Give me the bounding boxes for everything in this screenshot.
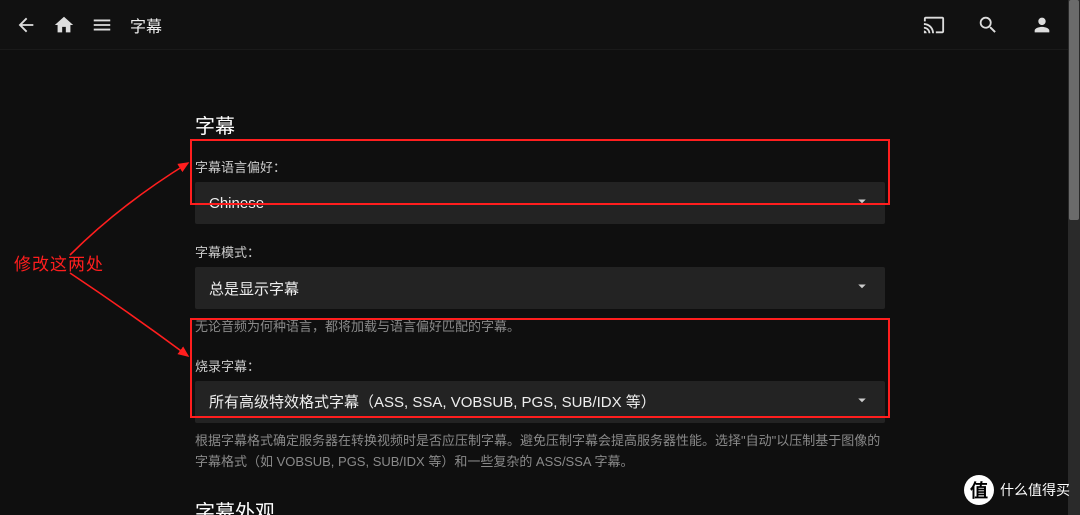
settings-content: 字幕 字幕语言偏好： Chinese 字幕模式： 总是显示字幕 无论音频为何种语… xyxy=(195,110,885,515)
home-button[interactable] xyxy=(46,7,82,43)
cast-icon xyxy=(923,14,945,36)
chevron-down-icon xyxy=(853,277,871,299)
menu-icon xyxy=(91,14,113,36)
home-icon xyxy=(53,14,75,36)
vertical-scrollbar[interactable] xyxy=(1068,0,1080,515)
page-title-bar: 字幕 xyxy=(130,13,162,37)
back-button[interactable] xyxy=(8,7,44,43)
menu-button[interactable] xyxy=(84,7,120,43)
person-icon xyxy=(1031,14,1053,36)
select-burn[interactable]: 所有高级特效格式字幕（ASS, SSA, VOBSUB, PGS, SUB/ID… xyxy=(195,381,885,423)
chevron-down-icon xyxy=(853,391,871,413)
field-mode: 字幕模式： 总是显示字幕 无论音频为何种语言，都将加载与语言偏好匹配的字幕。 xyxy=(195,242,885,338)
page-heading: 字幕 xyxy=(195,110,885,139)
field-label-language: 字幕语言偏好： xyxy=(195,157,885,176)
select-language-value: Chinese xyxy=(209,195,264,212)
scrollbar-thumb[interactable] xyxy=(1069,0,1079,220)
chevron-down-icon xyxy=(853,192,871,214)
select-mode[interactable]: 总是显示字幕 xyxy=(195,267,885,309)
search-button[interactable] xyxy=(970,7,1006,43)
search-icon xyxy=(977,14,999,36)
annotation-text: 修改这两处 xyxy=(14,250,104,275)
arrow-left-icon xyxy=(15,14,37,36)
watermark-badge: 值 xyxy=(964,475,994,505)
field-label-burn: 烧录字幕： xyxy=(195,356,885,375)
help-text-burn: 根据字幕格式确定服务器在转换视频时是否应压制字幕。避免压制字幕会提高服务器性能。… xyxy=(195,431,885,473)
select-mode-value: 总是显示字幕 xyxy=(209,278,299,299)
select-burn-value: 所有高级特效格式字幕（ASS, SSA, VOBSUB, PGS, SUB/ID… xyxy=(209,391,656,412)
top-bar: 字幕 xyxy=(0,0,1080,50)
watermark-text: 什么值得买 xyxy=(1000,480,1070,500)
help-text-mode: 无论音频为何种语言，都将加载与语言偏好匹配的字幕。 xyxy=(195,317,885,338)
watermark: 值 什么值得买 xyxy=(964,475,1070,505)
field-burn: 烧录字幕： 所有高级特效格式字幕（ASS, SSA, VOBSUB, PGS, … xyxy=(195,356,885,473)
profile-button[interactable] xyxy=(1024,7,1060,43)
section-heading-appearance: 字幕外观 xyxy=(195,496,885,515)
select-language[interactable]: Chinese xyxy=(195,182,885,224)
field-label-mode: 字幕模式： xyxy=(195,242,885,261)
field-language: 字幕语言偏好： Chinese xyxy=(195,157,885,224)
cast-button[interactable] xyxy=(916,7,952,43)
